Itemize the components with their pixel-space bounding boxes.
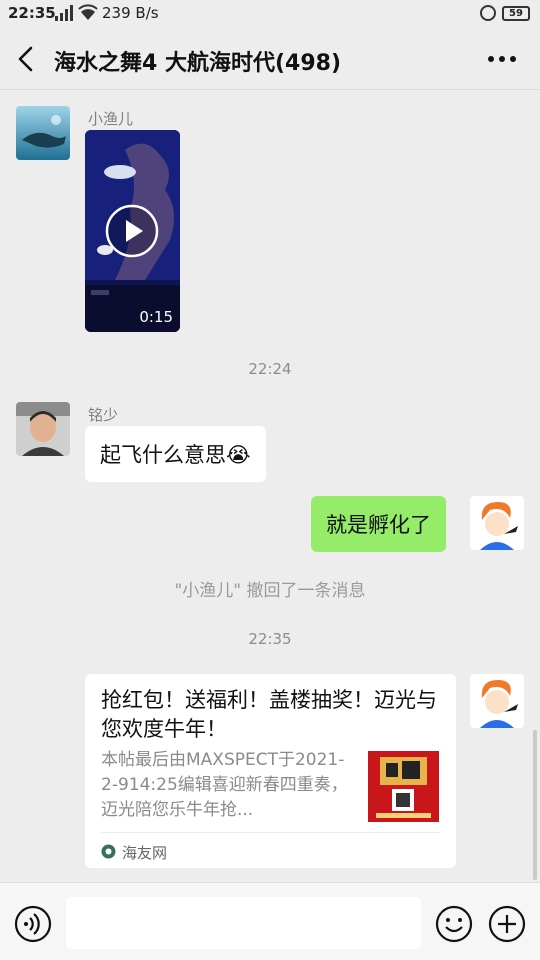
own-message-bubble[interactable]: 就是孵化了	[311, 496, 446, 552]
emoji-icon[interactable]	[435, 905, 473, 943]
chevron-left-icon[interactable]	[14, 44, 38, 74]
sender-name: 小渔儿	[88, 110, 134, 128]
avatar-self[interactable]	[470, 674, 524, 728]
message-text: 起飞什么意思	[100, 443, 226, 467]
rotation-lock-icon	[480, 5, 496, 21]
message-input[interactable]	[66, 897, 421, 949]
card-description: 本帖最后由MAXSPECT于2021-2-914:25编辑喜迎新春四重奏，迈光陪…	[101, 750, 348, 820]
avatar-mingshao[interactable]	[16, 402, 70, 456]
video-message[interactable]: 0:15	[85, 130, 180, 332]
play-icon[interactable]	[105, 204, 159, 258]
signal-icon	[55, 5, 73, 21]
link-card[interactable]: 抢红包！送福利！盖楼抽奖！迈光与您欢度牛年！ 本帖最后由MAXSPECT于202…	[85, 674, 456, 868]
chat-area[interactable]: 小渔儿 0:15 22:24 铭少 起飞什么意思😭 就是孵化了 "小渔儿" 撤回…	[0, 90, 540, 882]
mini-program-icon	[101, 844, 116, 859]
more-dots-icon[interactable]	[484, 44, 520, 74]
crying-emoji-icon: 😭	[226, 443, 251, 467]
message-text: 就是孵化了	[326, 513, 431, 537]
timestamp: 22:24	[248, 360, 292, 378]
status-bar: 22:35 239 B/s 59	[0, 0, 540, 28]
recall-notice: "小渔儿" 撤回了一条消息	[174, 581, 366, 601]
chat-title: 海水之舞4 大航海时代(498)	[54, 51, 341, 76]
card-source: 海友网	[122, 844, 168, 862]
card-divider	[101, 832, 440, 833]
network-speed: 239 B/s	[102, 4, 159, 22]
video-duration: 0:15	[139, 308, 173, 326]
card-title: 抢红包！送福利！盖楼抽奖！迈光与您欢度牛年！	[101, 688, 437, 741]
status-time: 22:35	[8, 4, 56, 22]
voice-icon[interactable]	[14, 905, 52, 943]
sender-name: 铭少	[88, 406, 119, 424]
avatar-xiaoyuer[interactable]	[16, 106, 70, 160]
scrollbar[interactable]	[533, 730, 537, 880]
avatar-self[interactable]	[470, 496, 524, 550]
timestamp: 22:35	[248, 630, 292, 648]
card-thumbnail	[368, 751, 439, 822]
input-bar	[0, 882, 540, 960]
chat-header: 海水之舞4 大航海时代(498)	[0, 28, 540, 90]
battery-icon: 59	[502, 6, 530, 21]
message-bubble[interactable]: 起飞什么意思😭	[85, 426, 266, 482]
plus-icon[interactable]	[488, 905, 526, 943]
wifi-icon	[78, 4, 98, 20]
